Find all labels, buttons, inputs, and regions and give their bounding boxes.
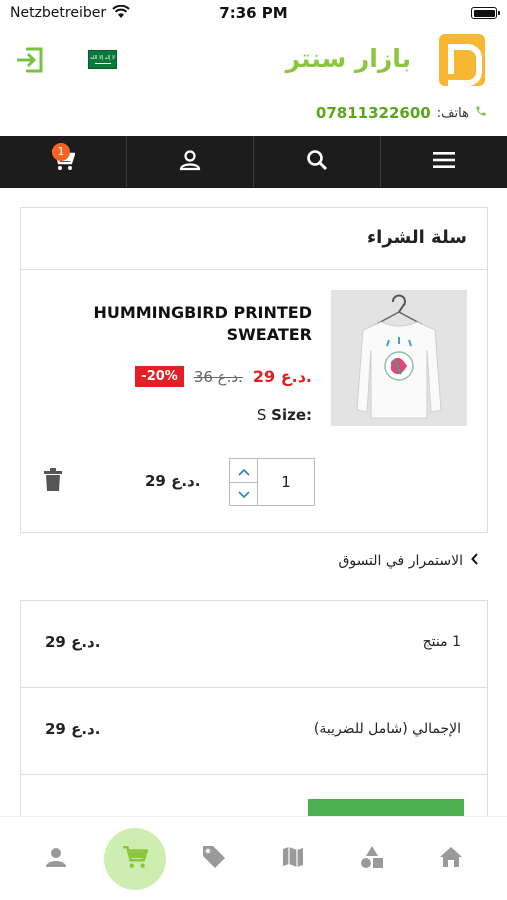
status-time: 7:36 PM [219,4,288,22]
search-icon [306,149,328,175]
order-summary: 1 منتج 29 د.ع. الإجمالي (شامل للضريبة) 2… [20,600,488,821]
nav-cart-button[interactable]: 1 [0,136,126,188]
battery-icon [471,7,500,19]
trash-icon[interactable] [43,468,63,496]
header: ﻻ إله إﻻ الله بازار سنتر هاتف: 078113226… [0,28,507,134]
new-price: 29 د.ع. [252,367,312,386]
menu-icon [432,151,456,173]
flag-text: ﻻ إله إﻻ الله [90,55,115,61]
quantity-decrease-button[interactable] [230,483,257,506]
price-row: -20% 36 د.ع. 29 د.ع. [135,366,312,387]
summary-row-total: الإجمالي (شامل للضريبة) 29 د.ع. [21,688,487,775]
cart-title: سلة الشراء [366,227,467,248]
cart-title-row: سلة الشراء [21,208,487,270]
quantity-increase-button[interactable] [230,459,257,483]
cart-icon [122,845,149,873]
continue-shopping-link[interactable]: الاستمرار في التسوق [338,553,479,569]
phone-label: هاتف: [436,105,469,121]
size-value: S [256,406,267,424]
size-label: Size: [271,406,312,424]
categories-icon [360,845,384,873]
line-total: 29 د.ع. [145,472,201,490]
chevron-down-icon [237,484,250,503]
quantity-stepper[interactable]: 1 [229,458,315,506]
home-icon [439,846,463,872]
account-icon [179,149,201,175]
summary-label: الإجمالي (شامل للضريبة) [313,721,461,737]
product-name[interactable]: HUMMINGBIRD PRINTED SWEATER [72,302,312,346]
continue-shopping-label: الاستمرار في التسوق [338,553,463,569]
tab-map[interactable] [262,828,324,890]
size-row: S Size: [257,406,312,424]
nav-menu-button[interactable] [380,136,507,188]
product-image[interactable] [331,290,467,426]
nav-account-button[interactable] [126,136,253,188]
tab-categories[interactable] [341,828,403,890]
chevron-up-icon [237,461,250,480]
cart-card: سلة الشراء HUMMINGBIRD PRINTED SWEATER -… [20,207,488,533]
tag-icon [201,844,227,874]
nav-search-button[interactable] [253,136,380,188]
chevron-left-icon [471,553,479,569]
language-flag[interactable]: ﻻ إله إﻻ الله [88,50,117,69]
phone-number[interactable]: 07811322600 [316,104,431,122]
summary-label: 1 منتج [422,634,461,650]
summary-row-products: 1 منتج 29 د.ع. [21,601,487,688]
map-icon [281,845,305,873]
top-navbar: 1 [0,136,507,188]
status-bar: Netzbetreiber 7:36 PM [0,0,507,28]
bottom-tabbar [0,816,507,900]
summary-value: 29 د.ع. [45,633,101,651]
tab-cart[interactable] [103,827,166,890]
tab-profile[interactable] [25,828,87,890]
brand-name: بازار سنتر [285,44,411,73]
quantity-steppers [230,459,258,505]
quantity-input[interactable]: 1 [258,459,314,505]
discount-badge: -20% [135,366,184,387]
tab-offers[interactable] [183,828,245,890]
phone-row[interactable]: هاتف: 07811322600 [316,104,487,122]
cart-count-badge: 1 [52,143,70,161]
login-icon[interactable] [14,44,46,80]
tab-home[interactable] [420,828,482,890]
summary-value: 29 د.ع. [45,720,101,738]
old-price: 36 د.ع. [193,367,243,386]
phone-icon [475,105,487,121]
profile-icon [45,846,67,872]
brand-logo[interactable] [439,34,485,86]
